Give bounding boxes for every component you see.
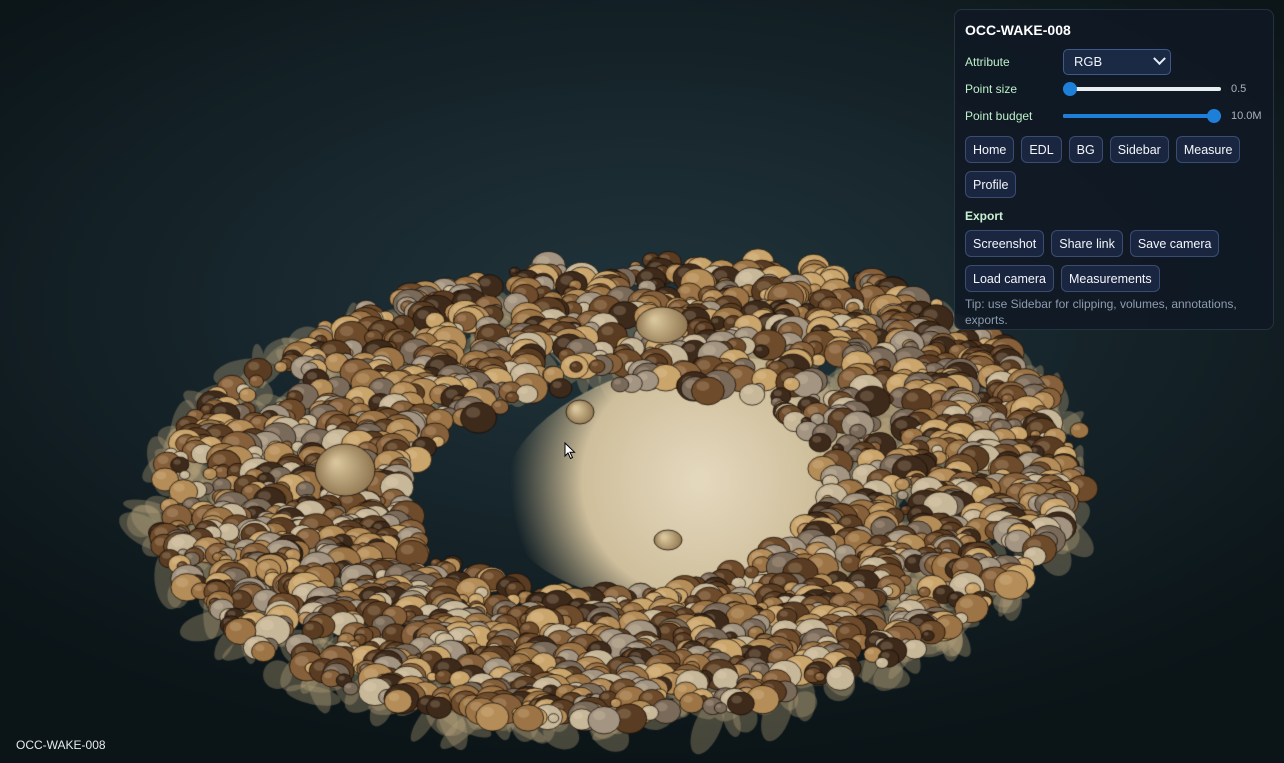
toolbar: Home EDL BG Sidebar Measure Profile (965, 136, 1263, 198)
chevron-down-icon (1153, 52, 1166, 66)
attribute-select-value: RGB (1074, 54, 1103, 69)
measurements-button[interactable]: Measurements (1060, 265, 1160, 292)
load-camera-button[interactable]: Load camera (965, 265, 1054, 292)
slider-thumb[interactable] (1063, 81, 1077, 96)
point-budget-slider[interactable] (1063, 108, 1221, 124)
bg-button[interactable]: BG (1068, 136, 1103, 163)
edl-button[interactable]: EDL (1021, 136, 1062, 163)
slider-thumb[interactable] (1207, 108, 1221, 123)
share-link-button[interactable]: Share link (1051, 230, 1123, 257)
point-budget-label: Point budget (965, 108, 1033, 123)
point-size-label: Point size (965, 81, 1018, 96)
sidebar-button[interactable]: Sidebar (1109, 136, 1169, 163)
attribute-row: Attribute RGB (965, 48, 1263, 75)
profile-button[interactable]: Profile (965, 171, 1017, 198)
point-size-value: 0.5 (1231, 82, 1247, 95)
home-button[interactable]: Home (965, 136, 1015, 163)
attribute-select[interactable]: RGB (1063, 48, 1171, 75)
measure-button[interactable]: Measure (1175, 136, 1241, 163)
screenshot-button[interactable]: Screenshot (965, 230, 1045, 257)
save-camera-button[interactable]: Save camera (1129, 230, 1220, 257)
slider-fill (1063, 113, 1214, 118)
export-buttons: Screenshot Share link Save camera Load c… (965, 230, 1263, 292)
point-budget-row: Point budget 10.0M (965, 102, 1263, 129)
export-heading: Export (965, 209, 1004, 223)
point-budget-value: 10.0M (1231, 109, 1262, 122)
attribute-label: Attribute (965, 54, 1010, 69)
slider-track (1063, 86, 1221, 91)
panel-title: OCC-WAKE-008 (965, 22, 1071, 38)
tip-text: Tip: use Sidebar for clipping, volumes, … (965, 297, 1237, 327)
dataset-label: OCC-WAKE-008 (16, 738, 106, 752)
point-size-row: Point size 0.5 (965, 75, 1263, 102)
mouse-cursor-icon (564, 442, 576, 460)
control-panel: OCC-WAKE-008 Attribute RGB Point size 0.… (954, 9, 1274, 330)
point-size-slider[interactable] (1063, 81, 1221, 97)
